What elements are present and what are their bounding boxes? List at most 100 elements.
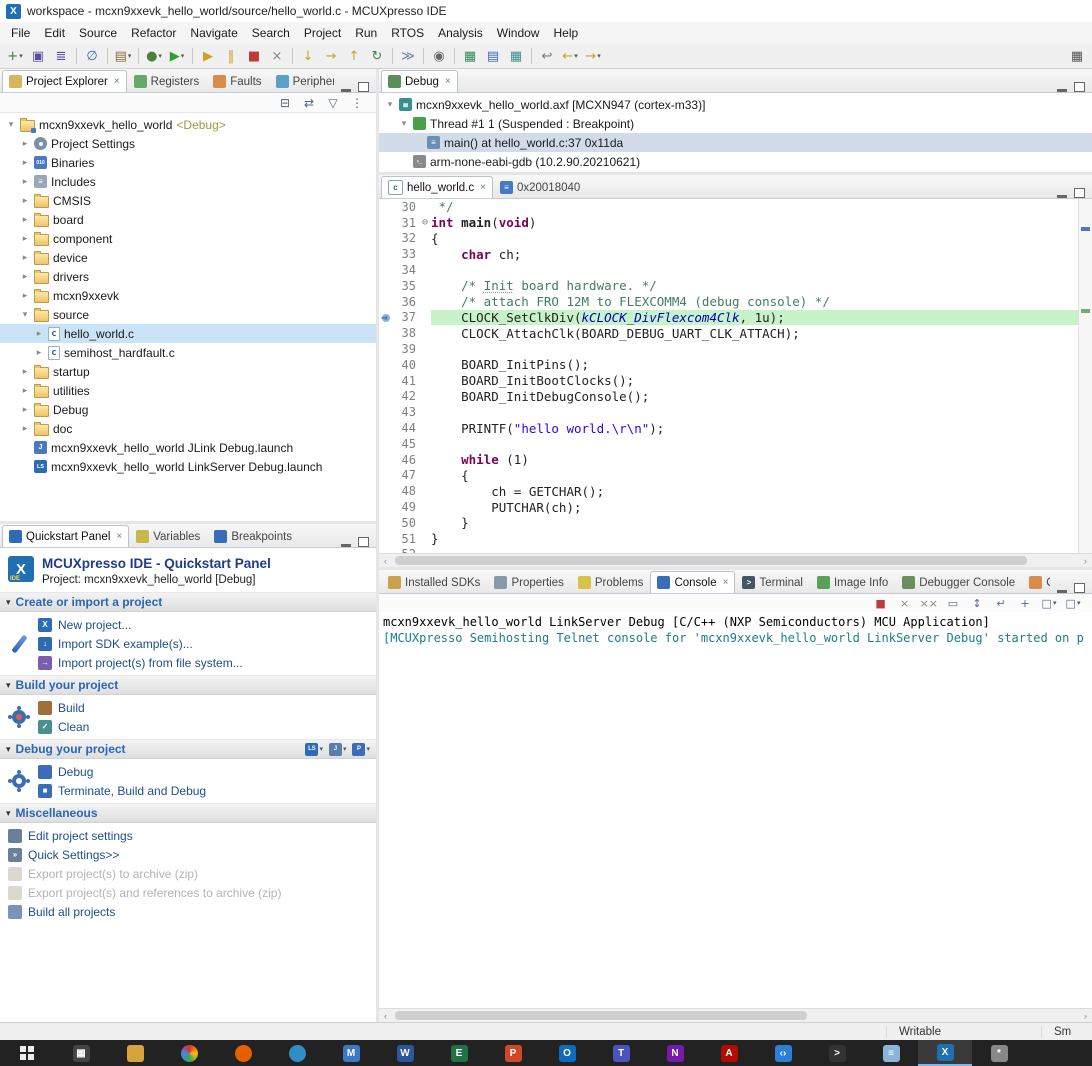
terminal-icon[interactable]: > [810, 1040, 864, 1066]
menu-navigate[interactable]: Navigate [183, 24, 244, 42]
editor-horizontal-scrollbar[interactable]: ‹ › [379, 553, 1092, 567]
close-tab-icon[interactable]: × [480, 182, 486, 193]
tab-debugger-console[interactable]: Debugger Console [895, 571, 1022, 593]
expand-closed-icon[interactable]: ▸ [34, 328, 44, 339]
dropdown-arrow-icon[interactable]: ▾ [19, 52, 23, 60]
tree-item-hello-world-c[interactable]: ▸hello_world.c [0, 324, 376, 343]
tab-breakpoints[interactable]: Breakpoints [207, 525, 299, 547]
code-line-46[interactable]: 46 while (1) [379, 452, 1078, 468]
close-tab-icon[interactable]: × [445, 76, 451, 87]
scrollbar-thumb[interactable] [395, 556, 1027, 565]
tab-0x20018040[interactable]: ≡0x20018040 [493, 176, 587, 198]
new-wizard-icon[interactable]: +▾ [4, 46, 26, 66]
fold-collapse-icon[interactable]: ⊖ [419, 217, 431, 228]
tab-registers[interactable]: Registers [127, 70, 207, 92]
dropdown-arrow-icon[interactable]: ▾ [181, 52, 185, 60]
forward-icon[interactable]: →▾ [582, 46, 604, 66]
code-line-42[interactable]: 42 BOARD_InitDebugConsole(); [379, 389, 1078, 405]
code-line-30[interactable]: 30 */ [379, 199, 1078, 215]
action-import-project-s-from-file-system[interactable]: →Import project(s) from file system... [34, 653, 372, 672]
file-explorer-icon[interactable] [108, 1040, 162, 1066]
word-icon[interactable]: W [378, 1040, 432, 1066]
code-line-45[interactable]: 45 [379, 436, 1078, 452]
edge-icon[interactable] [270, 1040, 324, 1066]
tab-offline-peripherals[interactable]: Offline Peripherals [1022, 571, 1050, 593]
perspective-icon[interactable]: ▦ [1066, 46, 1088, 66]
code-line-48[interactable]: 48 ch = GETCHAR(); [379, 483, 1078, 499]
action-quick-settings[interactable]: »Quick Settings>> [4, 845, 372, 864]
console-horizontal-scrollbar[interactable]: ‹ › [379, 1008, 1092, 1022]
terminate-icon[interactable]: ■ [243, 46, 265, 66]
code-line-50[interactable]: 50 } [379, 515, 1078, 531]
tree-item-utilities[interactable]: ▸utilities [0, 381, 376, 400]
tree-item-mcxn9xxevk-hello-world-linkserver-debug-launch[interactable]: mcxn9xxevk_hello_world LinkServer Debug.… [0, 457, 376, 476]
scrollbar-track[interactable] [392, 1009, 1079, 1022]
vscode-icon[interactable]: ‹› [756, 1040, 810, 1066]
console-output[interactable]: mcxn9xxevk_hello_world LinkServer Debug … [379, 612, 1092, 1008]
minimize-view-icon[interactable] [1057, 590, 1067, 593]
expand-closed-icon[interactable]: ▸ [20, 214, 30, 225]
action-edit-project-settings[interactable]: Edit project settings [4, 826, 372, 845]
section-header-debug-your-project[interactable]: ▾Debug your projectLS▾J▾P▾ [0, 739, 376, 759]
pin-console-icon[interactable]: + [1014, 595, 1036, 611]
step-over-icon[interactable]: → [320, 46, 342, 66]
code-line-38[interactable]: 38 CLOCK_AttachClk(BOARD_DEBUG_UART_CLK_… [379, 325, 1078, 341]
expand-open-icon[interactable]: ▾ [385, 99, 395, 110]
menu-refactor[interactable]: Refactor [124, 24, 183, 42]
restart-icon[interactable]: ↻ [366, 46, 388, 66]
action-build-all-projects[interactable]: Build all projects [4, 902, 372, 921]
dropdown-arrow-icon[interactable]: ▾ [1077, 599, 1081, 607]
tab-hello-world-c[interactable]: chello_world.c× [381, 176, 493, 198]
section-header-build-your-project[interactable]: ▾Build your project [0, 675, 376, 695]
save-icon[interactable]: ▣ [27, 46, 49, 66]
action-debug[interactable]: Debug [34, 762, 372, 781]
menu-analysis[interactable]: Analysis [431, 24, 490, 42]
tab-quickstart-panel[interactable]: Quickstart Panel× [2, 525, 129, 547]
tree-item-startup[interactable]: ▸startup [0, 362, 376, 381]
tab-project-explorer[interactable]: Project Explorer× [2, 70, 127, 92]
menu-run[interactable]: Run [348, 24, 384, 42]
code-line-47[interactable]: 47 { [379, 468, 1078, 484]
view-menu-icon[interactable]: ⋮ [346, 94, 368, 111]
step-into-icon[interactable]: ↓ [297, 46, 319, 66]
code-line-40[interactable]: 40 BOARD_InitPins(); [379, 357, 1078, 373]
run-icon[interactable]: ▶▾ [166, 46, 188, 66]
close-tab-icon[interactable]: × [723, 577, 729, 588]
overview-marker[interactable] [1081, 309, 1090, 313]
code-line-35[interactable]: 35 /* Init board hardware. */ [379, 278, 1078, 294]
close-tab-icon[interactable]: × [114, 76, 120, 87]
tab-problems[interactable]: Problems [571, 571, 651, 593]
tree-item-binaries[interactable]: ▸Binaries [0, 153, 376, 172]
search-icon[interactable]: ◉ [428, 46, 450, 66]
minimize-view-icon[interactable] [341, 89, 351, 92]
tree-item-mcxn9xxevk[interactable]: ▸mcxn9xxevk [0, 286, 376, 305]
dropdown-arrow-icon[interactable]: ▾ [158, 52, 162, 60]
scroll-right-icon[interactable]: › [1079, 556, 1092, 566]
collapse-section-icon[interactable]: ▾ [6, 680, 11, 691]
collapse-section-icon[interactable]: ▾ [6, 808, 11, 819]
tab-image-info[interactable]: Image Info [810, 571, 895, 593]
tree-item-debug[interactable]: ▸Debug [0, 400, 376, 419]
expand-closed-icon[interactable]: ▸ [20, 385, 30, 396]
instruction-stepping-icon[interactable]: ≫ [397, 46, 419, 66]
remove-launch-icon[interactable]: × [894, 595, 916, 611]
code-line-32[interactable]: 32{ [379, 231, 1078, 247]
action-import-sdk-example-s[interactable]: ↓Import SDK example(s)... [34, 634, 372, 653]
maximize-view-icon[interactable] [1074, 583, 1085, 593]
action-clean[interactable]: ✓Clean [34, 717, 372, 736]
menu-rtos[interactable]: RTOS [384, 24, 431, 42]
tree-item-arm-none-eabi-gdb-10-2-90-20210621[interactable]: arm-none-eabi-gdb (10.2.90.20210621) [379, 152, 1092, 171]
expand-open-icon[interactable]: ▾ [20, 309, 30, 320]
code-line-37[interactable]: →37 CLOCK_SetClkDiv(kCLOCK_DivFlexcom4Cl… [379, 310, 1078, 326]
skip-all-breakpoints-icon[interactable]: ∅ [81, 46, 103, 66]
outlook-icon[interactable]: O [540, 1040, 594, 1066]
save-all-icon[interactable]: ≣ [50, 46, 72, 66]
tab-installed-sdks[interactable]: Installed SDKs [381, 571, 487, 593]
tab-terminal[interactable]: >Terminal [735, 571, 809, 593]
heap-view-icon[interactable]: ▦ [505, 46, 527, 66]
mcuxpresso-taskbar-icon[interactable]: X [918, 1040, 972, 1066]
expand-open-icon[interactable]: ▾ [6, 119, 16, 130]
overview-ruler[interactable] [1078, 199, 1092, 553]
open-console-dropdown[interactable]: □▾ [1062, 595, 1084, 611]
collapse-section-icon[interactable]: ▾ [6, 597, 11, 608]
